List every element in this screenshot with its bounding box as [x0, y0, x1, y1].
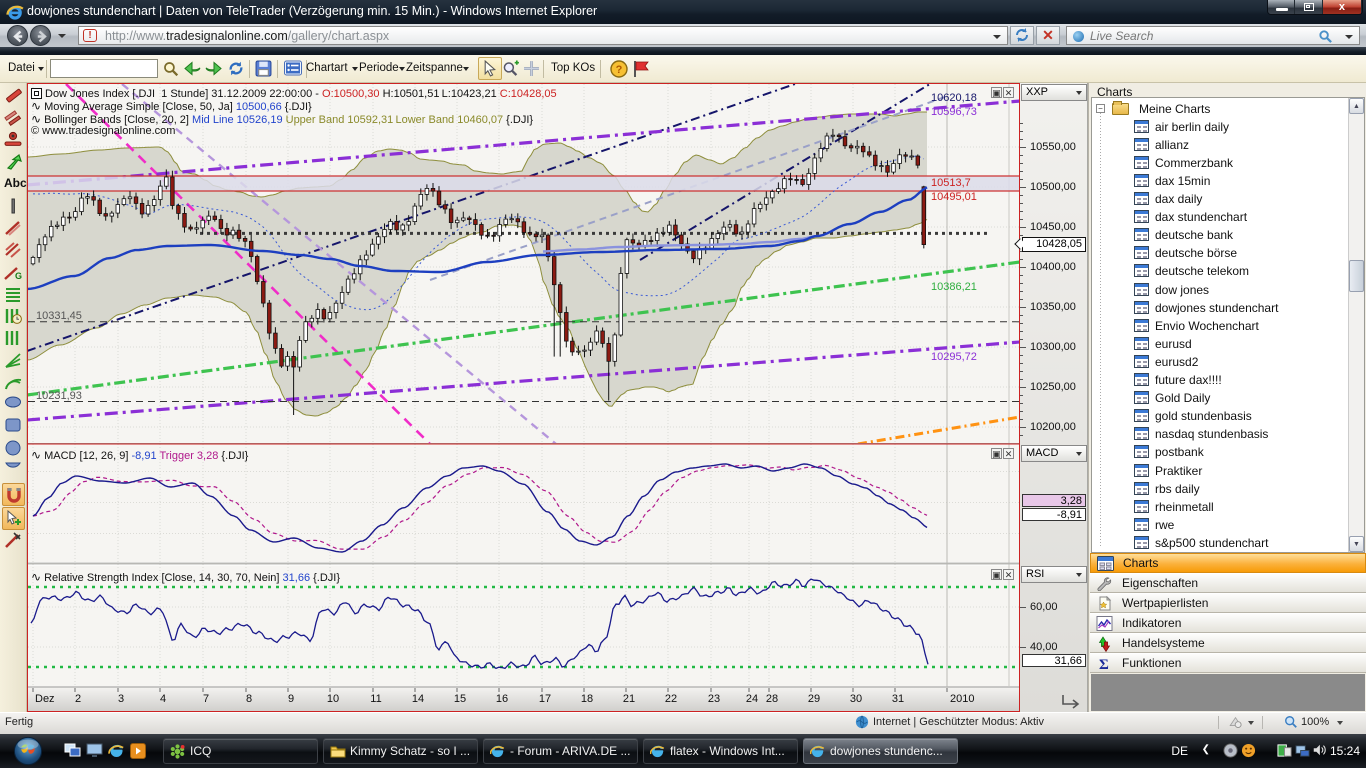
- svg-text:10513,7: 10513,7: [931, 177, 971, 189]
- svg-text:10: 10: [327, 693, 339, 705]
- svg-text:17: 17: [539, 693, 551, 705]
- svg-text:10495,01: 10495,01: [931, 191, 977, 203]
- svg-text:10386,21: 10386,21: [931, 281, 977, 293]
- svg-text:14: 14: [412, 693, 424, 705]
- svg-text:21: 21: [623, 693, 635, 705]
- svg-text:16: 16: [496, 693, 508, 705]
- svg-text:10231,93: 10231,93: [36, 390, 82, 402]
- svg-text:8: 8: [246, 693, 252, 705]
- svg-text:22: 22: [665, 693, 677, 705]
- svg-text:10620,18: 10620,18: [931, 92, 977, 104]
- svg-text:28: 28: [766, 693, 778, 705]
- svg-text:29: 29: [808, 693, 820, 705]
- svg-text:9: 9: [288, 693, 294, 705]
- svg-text:10295,72: 10295,72: [931, 351, 977, 363]
- svg-text:G: G: [15, 271, 22, 281]
- svg-text:3: 3: [118, 693, 124, 705]
- svg-text:10596,73: 10596,73: [931, 106, 977, 118]
- svg-text:2010: 2010: [950, 693, 974, 705]
- svg-text:15: 15: [454, 693, 466, 705]
- svg-text:18: 18: [581, 693, 593, 705]
- svg-text:24: 24: [746, 693, 758, 705]
- svg-text:11: 11: [370, 693, 381, 705]
- svg-text:Dez: Dez: [35, 693, 55, 705]
- svg-text:31: 31: [892, 693, 904, 705]
- svg-text:2: 2: [75, 693, 81, 705]
- svg-text:23: 23: [708, 693, 720, 705]
- svg-text:Σ: Σ: [1099, 657, 1109, 671]
- svg-text:10331,45: 10331,45: [36, 310, 82, 322]
- svg-text:Abc: Abc: [4, 176, 27, 189]
- svg-text:30: 30: [850, 693, 862, 705]
- svg-text:4: 4: [160, 693, 166, 705]
- svg-text:7: 7: [203, 693, 209, 705]
- svg-text:?: ?: [616, 64, 623, 76]
